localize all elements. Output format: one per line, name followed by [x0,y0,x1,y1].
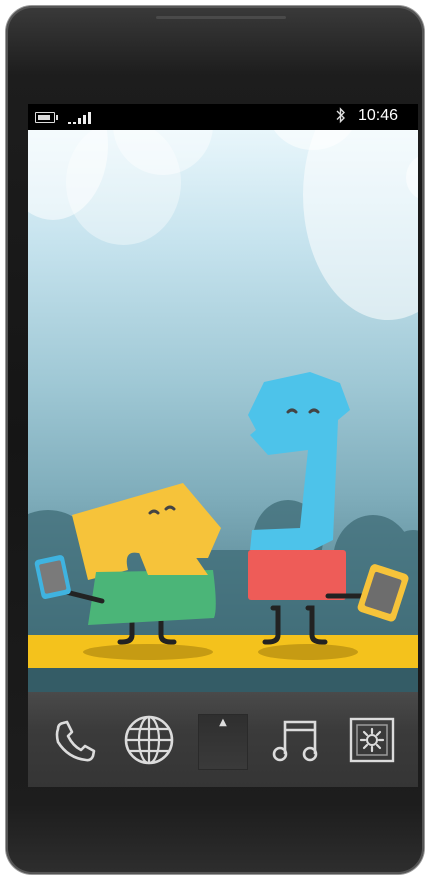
bluetooth-icon [335,107,347,128]
app-drawer-button[interactable]: ▲ [198,714,248,770]
status-bar: 10:46 [28,104,418,130]
settings-button[interactable] [344,712,400,768]
settings-icon [349,717,395,763]
music-button[interactable] [268,712,324,768]
battery-icon [35,112,58,123]
status-time: 10:46 [358,107,399,124]
wallpaper-illustration [28,372,418,692]
bottom-bezel [28,787,418,857]
speaker-grille [156,16,286,19]
globe-icon [124,715,174,765]
phone-icon [55,720,96,762]
wallpaper [28,130,418,692]
phone-button[interactable] [46,712,102,768]
signal-icon [68,110,96,124]
music-icon [272,720,318,762]
home-screen: 10:46 ▲ [28,104,418,787]
dock-bar: ▲ [28,692,418,787]
app-drawer-up-icon: ▲ [219,717,227,728]
browser-button[interactable] [121,712,177,768]
